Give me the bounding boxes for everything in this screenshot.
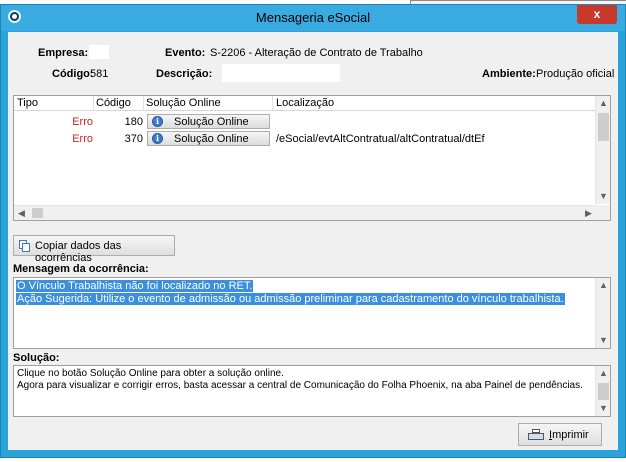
grid-horizontal-scrollbar[interactable]: ◀ ▶ (14, 205, 596, 220)
dialog-window: Mensageria eSocial x Empresa: Evento: S-… (0, 4, 626, 458)
column-header-solucao[interactable]: Solução Online (146, 97, 221, 109)
grid-header: Tipo Código Solução Online Localização (14, 96, 596, 111)
cell-tipo: Erro (72, 116, 93, 128)
mensagem-line: O Vínculo Trabalhista não foi localizado… (16, 280, 254, 292)
copy-icon (19, 240, 30, 252)
cell-localizacao: /eSocial/evtAltContratual/altContratual/… (276, 133, 485, 145)
evento-label: Evento: (165, 47, 206, 59)
descricao-label: Descrição: (156, 68, 213, 80)
print-label-rest: mprimir (552, 429, 589, 441)
printer-icon (528, 429, 544, 441)
mensagem-line: Ação Sugerida: Utilize o evento de admis… (16, 293, 565, 305)
column-header-localizacao[interactable]: Localização (276, 97, 334, 109)
solucao-line: Agora para visualizar e corrigir erros, … (17, 380, 583, 391)
print-button[interactable]: Imprimir (518, 423, 602, 446)
copy-occurrences-button[interactable]: Copiar dados das ocorrências (13, 235, 175, 264)
empresa-value (89, 45, 109, 59)
copy-occurrences-label: Copiar dados das ocorrências (35, 240, 122, 264)
scroll-thumb[interactable] (598, 383, 609, 400)
table-row[interactable]: Erro 180 i Solução Online (14, 114, 596, 131)
codigo-value: 581 (90, 68, 109, 80)
scroll-thumb[interactable] (598, 113, 609, 141)
scroll-right-icon[interactable]: ▶ (581, 206, 596, 221)
scroll-down-icon[interactable]: ▼ (596, 333, 611, 348)
solucao-line: Clique no botão Solução Online para obte… (17, 368, 284, 379)
solucao-textarea[interactable]: Clique no botão Solução Online para obte… (13, 365, 611, 417)
scroll-up-icon[interactable]: ▲ (596, 96, 611, 111)
title-bar[interactable]: Mensageria eSocial x (1, 5, 625, 31)
info-icon: i (152, 116, 163, 127)
column-divider (93, 96, 94, 111)
dialog-body: Empresa: Evento: S-2206 - Alteração de C… (8, 32, 618, 450)
solucao-online-label: Solução Online (174, 133, 249, 145)
column-divider (143, 96, 144, 111)
solucao-online-button[interactable]: i Solução Online (147, 131, 270, 146)
mensagem-title: Mensagem da ocorrência: (13, 263, 149, 275)
scroll-up-icon[interactable]: ▲ (596, 278, 611, 293)
print-label: Imprimir (549, 429, 589, 441)
codigo-label: Código: (52, 68, 94, 80)
solucao-online-label: Solução Online (174, 116, 249, 128)
solucao-title: Solução: (13, 352, 60, 364)
evento-value: S-2206 - Alteração de Contrato de Trabal… (210, 47, 423, 59)
ambiente-value: Produção oficial (536, 68, 615, 80)
cell-tipo: Erro (72, 133, 93, 145)
window-title: Mensageria eSocial (255, 10, 371, 25)
table-row[interactable]: Erro 370 i Solução Online /eSocial/evtAl… (14, 131, 596, 148)
cell-codigo: 180 (124, 116, 143, 128)
solucao-online-button[interactable]: i Solução Online (147, 114, 270, 129)
info-icon: i (152, 133, 163, 144)
scroll-down-icon[interactable]: ▼ (596, 189, 611, 204)
mensagem-scrollbar[interactable]: ▲ ▼ (595, 278, 610, 348)
scroll-up-icon[interactable]: ▲ (596, 366, 611, 381)
mensagem-textarea[interactable]: O Vínculo Trabalhista não foi localizado… (13, 277, 611, 349)
scroll-down-icon[interactable]: ▼ (596, 401, 611, 416)
column-divider (272, 96, 273, 111)
scroll-left-icon[interactable]: ◀ (14, 206, 29, 221)
scroll-corner (595, 205, 610, 220)
solucao-scrollbar[interactable]: ▲ ▼ (595, 366, 610, 416)
descricao-value (222, 64, 340, 82)
column-header-codigo[interactable]: Código (96, 97, 131, 109)
empresa-label: Empresa: (38, 47, 89, 59)
cell-codigo: 370 (124, 133, 143, 145)
close-button[interactable]: x (577, 5, 617, 24)
occurrences-grid[interactable]: Tipo Código Solução Online Localização E… (13, 95, 611, 221)
scroll-thumb[interactable] (32, 208, 43, 218)
grid-vertical-scrollbar[interactable]: ▲ ▼ (595, 96, 610, 204)
column-header-tipo[interactable]: Tipo (17, 97, 38, 109)
ambiente-label: Ambiente: (482, 68, 536, 80)
